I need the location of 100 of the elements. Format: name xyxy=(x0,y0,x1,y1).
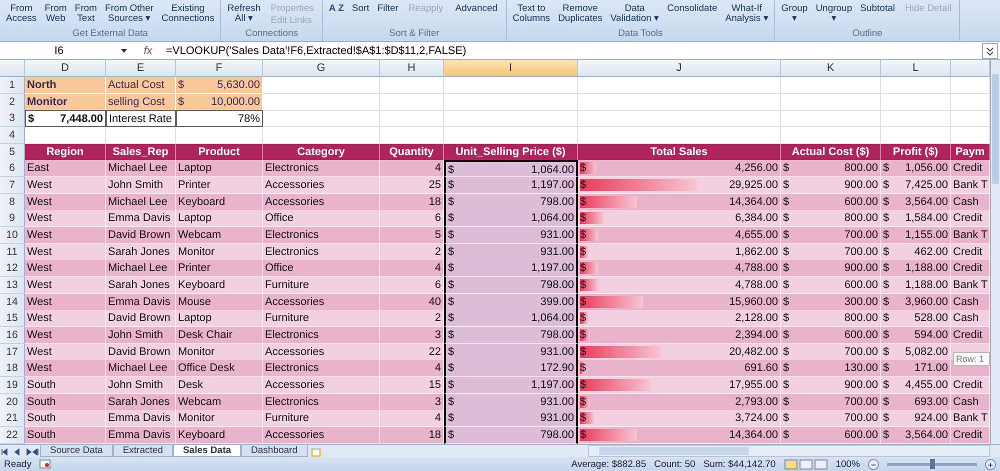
amount-text: 924.00 xyxy=(914,411,948,426)
row-header[interactable]: 2 xyxy=(0,94,25,111)
zoom-slider-thumb[interactable] xyxy=(930,458,935,469)
row-header[interactable]: 20 xyxy=(0,394,25,411)
row-header[interactable]: 13 xyxy=(0,277,25,294)
ribbon-button[interactable]: Sort xyxy=(350,4,372,14)
table-cell: Keyboard xyxy=(176,277,263,294)
ribbon-button[interactable]: Group ▾ xyxy=(779,4,810,24)
currency-sign: $ xyxy=(448,194,454,210)
table-cell: Furniture xyxy=(263,310,380,328)
formula-field[interactable]: =VLOOKUP('Sales Data'!F6,Extracted!$A$1:$D$11,2,FALSE) xyxy=(166,44,982,56)
row-header[interactable]: 19 xyxy=(0,377,25,394)
sheet-tab[interactable]: Source Data xyxy=(40,444,113,457)
sheet-tab[interactable]: Sales Data xyxy=(172,444,242,457)
row-header[interactable]: 9 xyxy=(0,210,25,228)
name-box[interactable]: I6 xyxy=(0,44,118,56)
ribbon-button[interactable]: From Access xyxy=(4,4,39,24)
table-cell: Laptop xyxy=(176,310,263,328)
currency-sign: $ xyxy=(580,411,586,426)
row-header[interactable]: 15 xyxy=(0,310,25,328)
column-header[interactable]: E xyxy=(106,60,176,77)
ribbon-button[interactable]: Refresh All ▾ xyxy=(225,4,263,24)
row-header[interactable]: 5 xyxy=(0,144,25,161)
table-cell: Emma Davis xyxy=(106,294,176,311)
ribbon-button[interactable]: Existing Connections xyxy=(160,4,216,24)
row-header[interactable]: 3 xyxy=(0,110,25,128)
function-button[interactable]: fx xyxy=(130,44,166,56)
amount-text: 300.00 xyxy=(844,294,878,310)
sheet-navigation-icon[interactable] xyxy=(0,446,40,457)
table-cell: Credit xyxy=(951,260,990,278)
table-cell: West xyxy=(25,260,106,278)
column-header[interactable]: F xyxy=(176,60,263,77)
sheet-tab[interactable]: Extracted xyxy=(112,444,173,457)
ribbon-button[interactable]: Text to Columns xyxy=(510,4,552,24)
currency-sign: $ xyxy=(580,294,586,310)
row-header[interactable]: 16 xyxy=(0,327,25,344)
table-cell: Emma Davis xyxy=(106,210,176,228)
table-cell: Electronics xyxy=(263,227,380,244)
row-header[interactable]: 21 xyxy=(0,410,25,428)
row-header[interactable]: 8 xyxy=(0,194,25,211)
column-header[interactable]: G xyxy=(263,60,380,77)
column-header[interactable]: J xyxy=(578,60,781,77)
currency-sign: $ xyxy=(448,361,454,376)
horizontal-scrollbar[interactable] xyxy=(588,444,990,457)
ribbon-button[interactable]: Advanced xyxy=(453,4,500,14)
ribbon-button[interactable]: Data Validation ▾ xyxy=(608,4,662,24)
sheet-tab[interactable]: Dashboard xyxy=(241,444,308,457)
column-header[interactable]: H xyxy=(380,60,444,77)
row-header[interactable]: 18 xyxy=(0,360,25,378)
column-heading: Region xyxy=(25,144,106,161)
row-header[interactable]: 6 xyxy=(0,160,25,178)
select-all-corner[interactable] xyxy=(0,60,25,77)
amount-text: 29,925.00 xyxy=(729,178,778,194)
zoom-in-button[interactable]: + xyxy=(985,458,996,470)
table-cell: Bank T xyxy=(951,227,990,244)
currency-sign: $ xyxy=(883,394,890,410)
amount-text: 594.00 xyxy=(914,328,948,344)
group-label: Get External Data xyxy=(71,28,149,41)
row-header[interactable]: 4 xyxy=(0,127,25,144)
row-header[interactable]: 1 xyxy=(0,77,25,94)
column-header[interactable]: I xyxy=(444,60,578,77)
table-cell: Credit xyxy=(951,210,990,228)
macro-record-icon[interactable] xyxy=(39,459,52,470)
row-header[interactable]: 12 xyxy=(0,260,25,278)
currency-sign: $ xyxy=(448,261,454,276)
row-header[interactable]: 7 xyxy=(0,177,25,194)
ribbon-button[interactable]: What-If Analysis ▾ xyxy=(723,4,770,24)
amount-text: 4,788.00 xyxy=(735,278,778,294)
column-header[interactable]: D xyxy=(25,60,106,77)
ribbon-button[interactable]: Filter xyxy=(375,4,400,14)
table-cell: West xyxy=(25,294,106,311)
ribbon-button[interactable]: Subtotal xyxy=(858,4,898,14)
count-text: Count: 50 xyxy=(654,458,696,470)
table-cell: selling Cost xyxy=(106,94,176,111)
row-header[interactable]: 22 xyxy=(0,427,25,444)
view-buttons-icon[interactable] xyxy=(784,458,828,470)
amount-text: 931.00 xyxy=(540,344,574,360)
expand-icon[interactable] xyxy=(982,42,998,58)
ribbon-button[interactable]: From Text xyxy=(72,4,99,24)
amount-text: 5,082.00 xyxy=(905,344,948,360)
currency-sign: $ xyxy=(580,244,586,260)
dropdown-caret-icon[interactable] xyxy=(118,46,130,54)
ribbon-button[interactable]: From Web xyxy=(42,4,69,24)
table-cell: South xyxy=(25,394,106,411)
insert-sheet-icon[interactable] xyxy=(310,446,320,457)
row-header[interactable]: 14 xyxy=(0,294,25,311)
vertical-scrollbar[interactable] xyxy=(990,60,1000,444)
row-header[interactable]: 11 xyxy=(0,244,25,261)
ribbon-button[interactable]: Ungroup ▾ xyxy=(814,4,854,24)
ribbon-button[interactable]: Consolidate xyxy=(665,4,720,14)
amount-text: 14,364.00 xyxy=(729,428,778,444)
table-cell xyxy=(380,110,444,128)
column-header[interactable]: K xyxy=(781,60,881,77)
amount-text: 4,455.00 xyxy=(905,378,948,394)
column-header[interactable]: L xyxy=(881,60,951,77)
zoom-out-button[interactable]: − xyxy=(868,458,879,470)
ribbon-button[interactable]: From Other Sources ▾ xyxy=(102,4,156,24)
row-header[interactable]: 17 xyxy=(0,344,25,361)
ribbon-button[interactable]: Remove Duplicates xyxy=(556,4,604,24)
row-header[interactable]: 10 xyxy=(0,227,25,244)
